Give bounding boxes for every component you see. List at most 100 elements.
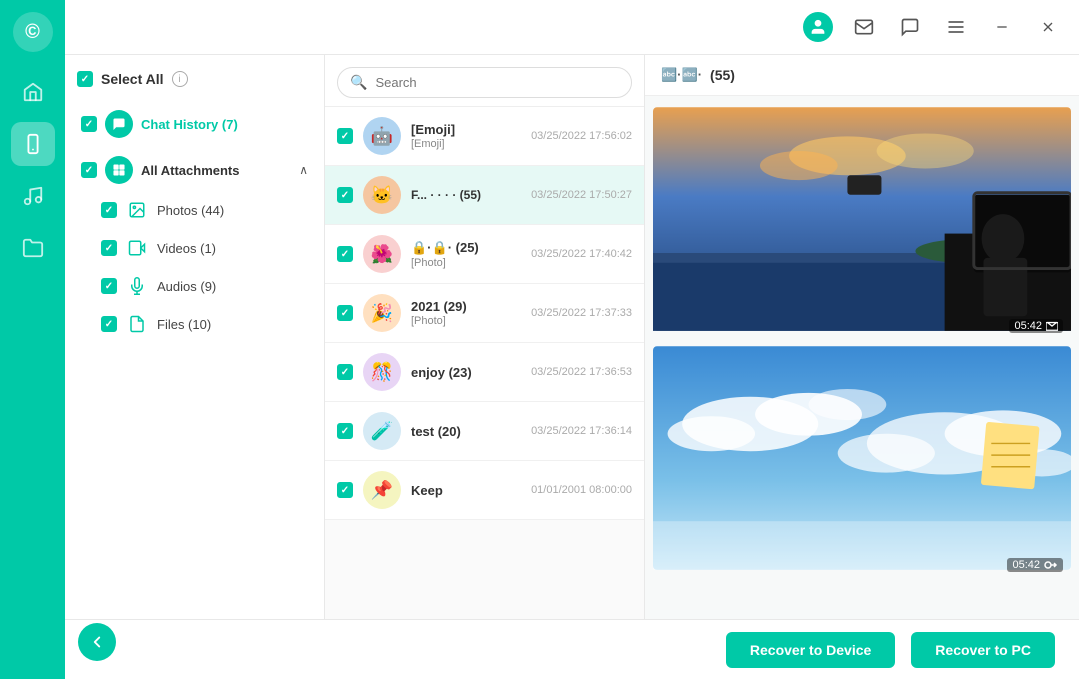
avatar-3: 🌺 bbox=[363, 235, 401, 273]
chat-history-icon bbox=[105, 110, 133, 138]
tree-item-all-attachments[interactable]: All Attachments ∧ bbox=[77, 149, 312, 191]
photo-time-2: 05:42 bbox=[1012, 559, 1040, 571]
chat-sub-3: [Photo] bbox=[411, 257, 521, 269]
chat-time-4: 03/25/2022 17:37:33 bbox=[531, 307, 632, 319]
chat-item-checkbox-1[interactable] bbox=[337, 128, 353, 144]
files-checkbox[interactable] bbox=[101, 316, 117, 332]
photos-label: Photos (44) bbox=[157, 203, 224, 218]
right-panel: 🔤·🔤· (55) bbox=[645, 55, 1079, 679]
chat-icon[interactable] bbox=[895, 12, 925, 42]
menu-icon[interactable] bbox=[941, 12, 971, 42]
recover-to-pc-button[interactable]: Recover to PC bbox=[911, 632, 1055, 668]
chat-time-5: 03/25/2022 17:36:53 bbox=[531, 366, 632, 378]
chat-list: 🤖 [Emoji] [Emoji] 03/25/2022 17:56:02 🐱 … bbox=[325, 107, 644, 679]
chat-info-5: enjoy (23) bbox=[411, 365, 521, 380]
chat-time-7: 01/01/2001 08:00:00 bbox=[531, 484, 632, 496]
chat-sub-1: [Emoji] bbox=[411, 138, 521, 150]
chat-info-3: 🔒·🔒· (25) [Photo] bbox=[411, 240, 521, 269]
chat-item[interactable]: 🎉 2021 (29) [Photo] 03/25/2022 17:37:33 bbox=[325, 284, 644, 343]
chat-item-checkbox-3[interactable] bbox=[337, 246, 353, 262]
photos-checkbox[interactable] bbox=[101, 202, 117, 218]
right-content: 05:42 bbox=[645, 96, 1079, 679]
attachments-chevron: ∧ bbox=[299, 163, 308, 177]
audios-checkbox[interactable] bbox=[101, 278, 117, 294]
chat-item[interactable]: 🌺 🔒·🔒· (25) [Photo] 03/25/2022 17:40:42 bbox=[325, 225, 644, 284]
chat-info-4: 2021 (29) [Photo] bbox=[411, 299, 521, 327]
right-header-title: (55) bbox=[710, 67, 735, 83]
chat-info-2: F... · · · · (55) bbox=[411, 188, 521, 203]
chat-info-7: Keep bbox=[411, 483, 521, 498]
sub-items: Photos (44) Videos (1) Audios (9) Files … bbox=[77, 191, 312, 343]
chat-item[interactable]: 📌 Keep 01/01/2001 08:00:00 bbox=[325, 461, 644, 520]
sub-item-audios[interactable]: Audios (9) bbox=[97, 267, 312, 305]
all-attachments-checkbox[interactable] bbox=[81, 162, 97, 178]
photo-time-badge-1: 05:42 bbox=[1009, 319, 1063, 333]
photo-time-1: 05:42 bbox=[1014, 320, 1042, 332]
sidebar-item-files[interactable] bbox=[11, 226, 55, 270]
videos-label: Videos (1) bbox=[157, 241, 216, 256]
audios-icon bbox=[125, 274, 149, 298]
chat-item[interactable]: 🎊 enjoy (23) 03/25/2022 17:36:53 bbox=[325, 343, 644, 402]
chat-name-6: test (20) bbox=[411, 424, 521, 439]
user-icon[interactable] bbox=[803, 12, 833, 42]
avatar-4: 🎉 bbox=[363, 294, 401, 332]
chat-name-7: Keep bbox=[411, 483, 521, 498]
avatar-5: 🎊 bbox=[363, 353, 401, 391]
select-all-row[interactable]: Select All i bbox=[77, 71, 312, 87]
search-input-wrap[interactable]: 🔍 bbox=[337, 67, 632, 98]
photo-image-2 bbox=[653, 343, 1071, 573]
left-panel: Select All i Chat History (7) All Attach… bbox=[65, 55, 325, 679]
sidebar-item-device[interactable] bbox=[11, 122, 55, 166]
avatar-2: 🐱 bbox=[363, 176, 401, 214]
avatar-1: 🤖 bbox=[363, 117, 401, 155]
avatar-6: 🧪 bbox=[363, 412, 401, 450]
select-all-checkbox[interactable] bbox=[77, 71, 93, 87]
photo-item-2: 05:42 bbox=[653, 343, 1071, 578]
sidebar-item-music[interactable] bbox=[11, 174, 55, 218]
back-button[interactable] bbox=[78, 623, 116, 661]
photo-image-1 bbox=[653, 104, 1071, 334]
recover-to-device-button[interactable]: Recover to Device bbox=[726, 632, 895, 668]
sub-item-files[interactable]: Files (10) bbox=[97, 305, 312, 343]
info-icon[interactable]: i bbox=[172, 71, 188, 87]
bottom-bar: Recover to Device Recover to PC bbox=[65, 619, 1079, 679]
photo-item-1: 05:42 bbox=[653, 104, 1071, 339]
videos-icon bbox=[125, 236, 149, 260]
close-button[interactable] bbox=[1033, 12, 1063, 42]
all-attachments-icon bbox=[105, 156, 133, 184]
photos-icon bbox=[125, 198, 149, 222]
mail-icon[interactable] bbox=[849, 12, 879, 42]
search-bar: 🔍 bbox=[325, 55, 644, 107]
middle-panel: 🔍 🤖 [Emoji] [Emoji] 03/25/2022 17:56:02 … bbox=[325, 55, 645, 679]
sub-item-videos[interactable]: Videos (1) bbox=[97, 229, 312, 267]
files-icon bbox=[125, 312, 149, 336]
chat-item[interactable]: 🐱 F... · · · · (55) 03/25/2022 17:50:27 bbox=[325, 166, 644, 225]
chat-item[interactable]: 🧪 test (20) 03/25/2022 17:36:14 bbox=[325, 402, 644, 461]
chat-time-3: 03/25/2022 17:40:42 bbox=[531, 248, 632, 260]
sub-item-photos[interactable]: Photos (44) bbox=[97, 191, 312, 229]
chat-item-checkbox-7[interactable] bbox=[337, 482, 353, 498]
photo-time-badge-2: 05:42 bbox=[1007, 558, 1063, 572]
chat-history-checkbox[interactable] bbox=[81, 116, 97, 132]
chat-item-checkbox-2[interactable] bbox=[337, 187, 353, 203]
minimize-button[interactable] bbox=[987, 12, 1017, 42]
chat-sub-4: [Photo] bbox=[411, 315, 521, 327]
search-input[interactable] bbox=[375, 75, 619, 90]
avatar-7: 📌 bbox=[363, 471, 401, 509]
chat-name-4: 2021 (29) bbox=[411, 299, 521, 314]
chat-item-checkbox-4[interactable] bbox=[337, 305, 353, 321]
chat-info-6: test (20) bbox=[411, 424, 521, 439]
title-bar bbox=[0, 0, 1079, 55]
all-attachments-label: All Attachments bbox=[141, 163, 239, 178]
chat-name-2: F... · · · · (55) bbox=[411, 188, 521, 202]
files-label: Files (10) bbox=[157, 317, 211, 332]
chat-item-checkbox-6[interactable] bbox=[337, 423, 353, 439]
chat-item-checkbox-5[interactable] bbox=[337, 364, 353, 380]
right-header: 🔤·🔤· (55) bbox=[645, 55, 1079, 96]
videos-checkbox[interactable] bbox=[101, 240, 117, 256]
chat-item[interactable]: 🤖 [Emoji] [Emoji] 03/25/2022 17:56:02 bbox=[325, 107, 644, 166]
tree-item-chat-history[interactable]: Chat History (7) bbox=[77, 103, 312, 145]
audios-label: Audios (9) bbox=[157, 279, 216, 294]
sidebar-item-home[interactable] bbox=[11, 70, 55, 114]
chat-info-1: [Emoji] [Emoji] bbox=[411, 122, 521, 150]
